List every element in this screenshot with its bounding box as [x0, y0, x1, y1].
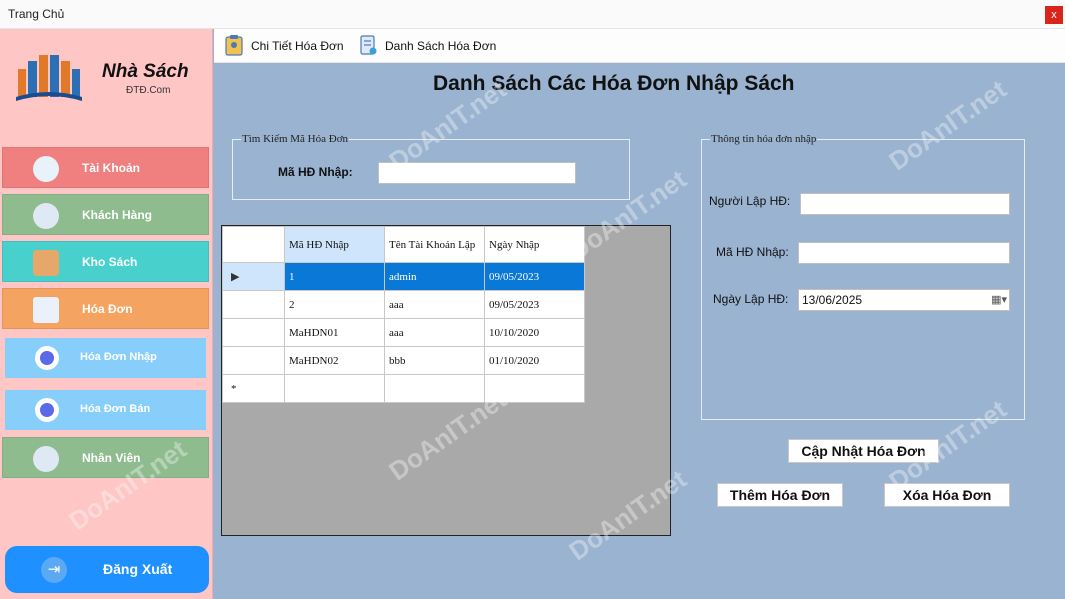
delete-invoice-button[interactable]: Xóa Hóa Đơn	[884, 483, 1010, 507]
table-cell[interactable]: 10/10/2020	[484, 318, 585, 347]
staff-icon	[33, 446, 59, 472]
menu-label: Danh Sách Hóa Đơn	[385, 39, 497, 53]
table-cell[interactable]: 1	[284, 262, 385, 291]
menu-label: Chi Tiết Hóa Đơn	[251, 39, 344, 53]
table-cell[interactable]: 09/05/2023	[484, 262, 585, 291]
logout-button[interactable]: ⇥ Đăng Xuất	[5, 546, 209, 593]
menubar: Chi Tiết Hóa Đơn Danh Sách Hóa Đơn	[214, 29, 1065, 63]
info-group-title: Thông tin hóa đơn nhập	[710, 133, 818, 145]
sidebar-item-sales-invoices[interactable]: Hóa Đơn Bán	[5, 390, 206, 430]
window-titlebar: Trang Chủ x	[0, 0, 1065, 29]
customer-icon	[33, 203, 59, 229]
invoice-info-groupbox: Thông tin hóa đơn nhập	[701, 133, 1025, 420]
brand-subtitle: ĐTĐ.Com	[126, 85, 171, 96]
column-header-date[interactable]: Ngày Nhập	[484, 226, 585, 263]
sidebar: Nhà Sách ĐTĐ.Com Tài Khoản Khách Hàng Kh…	[0, 29, 213, 599]
radio-dot-icon	[35, 346, 59, 370]
row-header[interactable]: ▶	[222, 262, 285, 291]
brand-logo: Nhà Sách ĐTĐ.Com	[14, 51, 204, 111]
sidebar-item-label: Hóa Đơn Nhập	[80, 351, 157, 363]
update-invoice-button[interactable]: Cập Nhật Hóa Đơn	[788, 439, 939, 463]
sidebar-item-label: Hóa Đơn	[82, 302, 133, 316]
sidebar-item-label: Nhân Viên	[82, 451, 141, 465]
brand-name: Nhà Sách	[102, 61, 189, 82]
invoice-table: Mã HĐ Nhập Tên Tài Khoản Lập Ngày Nhập ▶…	[222, 226, 585, 403]
table-cell[interactable]: MaHDN01	[284, 318, 385, 347]
date-label: Ngày Lập HĐ:	[713, 292, 789, 306]
table-cell[interactable]: aaa	[384, 290, 485, 319]
page-title: Danh Sách Các Hóa Đơn Nhập Sách	[433, 72, 795, 95]
table-header-row: Mã HĐ Nhập Tên Tài Khoản Lập Ngày Nhập	[222, 226, 585, 263]
close-button[interactable]: x	[1045, 6, 1063, 24]
logout-icon: ⇥	[41, 557, 67, 583]
table-cell[interactable]	[384, 374, 485, 403]
sidebar-item-invoices[interactable]: Hóa Đơn	[2, 288, 209, 329]
books-logo-icon	[16, 55, 82, 101]
sidebar-item-label: Hóa Đơn Bán	[80, 403, 151, 415]
row-header-corner	[222, 226, 285, 263]
window-title: Trang Chủ	[8, 7, 65, 21]
table-cell[interactable]: 01/10/2020	[484, 346, 585, 375]
sidebar-item-label: Khách Hàng	[82, 208, 153, 222]
creator-label: Người Lập HĐ:	[709, 194, 791, 208]
table-cell[interactable]	[284, 374, 385, 403]
date-value: 13/06/2025	[802, 293, 863, 307]
table-new-row[interactable]: *	[222, 374, 585, 403]
sidebar-item-import-invoices[interactable]: Hóa Đơn Nhập	[5, 338, 206, 378]
column-header-invoice-id[interactable]: Mã HĐ Nhập	[284, 226, 385, 263]
creator-input[interactable]	[800, 193, 1010, 215]
menu-invoice-list[interactable]: Danh Sách Hóa Đơn	[352, 29, 502, 63]
search-label: Mã HĐ Nhập:	[278, 165, 353, 179]
sidebar-item-account[interactable]: Tài Khoản	[2, 147, 209, 188]
table-cell[interactable]: 2	[284, 290, 385, 319]
table-cell[interactable]: MaHDN02	[284, 346, 385, 375]
invoice-id-input[interactable]	[798, 242, 1010, 264]
add-invoice-button[interactable]: Thêm Hóa Đơn	[717, 483, 843, 507]
sidebar-item-label: Tài Khoản	[82, 161, 141, 175]
row-header[interactable]: *	[222, 374, 285, 403]
sidebar-item-book-stock[interactable]: Kho Sách	[2, 241, 209, 282]
table-row[interactable]: 2 aaa 09/05/2023	[222, 290, 585, 319]
column-header-account[interactable]: Tên Tài Khoản Lập	[384, 226, 485, 263]
sidebar-item-staff[interactable]: Nhân Viên	[2, 437, 209, 478]
document-list-icon	[360, 35, 377, 55]
search-input[interactable]	[378, 162, 576, 184]
clipboard-icon	[225, 35, 243, 56]
date-picker[interactable]: 13/06/2025 ▦▾	[798, 289, 1010, 311]
table-cell[interactable]: aaa	[384, 318, 485, 347]
invoice-icon	[33, 297, 59, 323]
calendar-dropdown-icon[interactable]: ▦▾	[991, 293, 1007, 306]
menu-invoice-detail[interactable]: Chi Tiết Hóa Đơn	[218, 29, 346, 63]
table-cell[interactable]	[484, 374, 585, 403]
invoice-id-label: Mã HĐ Nhập:	[716, 245, 789, 259]
table-cell[interactable]: 09/05/2023	[484, 290, 585, 319]
row-header[interactable]	[222, 346, 285, 375]
sidebar-item-label: Kho Sách	[82, 255, 138, 269]
table-row[interactable]: ▶ 1 admin 09/05/2023	[222, 262, 585, 291]
table-cell[interactable]: bbb	[384, 346, 485, 375]
logout-label: Đăng Xuất	[103, 561, 173, 577]
invoice-grid[interactable]: Mã HĐ Nhập Tên Tài Khoản Lập Ngày Nhập ▶…	[221, 225, 671, 536]
search-group-title: Tìm Kiếm Mã Hóa Đơn	[241, 133, 350, 145]
books-icon	[33, 250, 59, 276]
row-header[interactable]	[222, 290, 285, 319]
table-row[interactable]: MaHDN02 bbb 01/10/2020	[222, 346, 585, 375]
table-cell[interactable]: admin	[384, 262, 485, 291]
row-header[interactable]	[222, 318, 285, 347]
user-lock-icon	[33, 156, 59, 182]
sidebar-item-customers[interactable]: Khách Hàng	[2, 194, 209, 235]
table-row[interactable]: MaHDN01 aaa 10/10/2020	[222, 318, 585, 347]
radio-dot-icon	[35, 398, 59, 422]
